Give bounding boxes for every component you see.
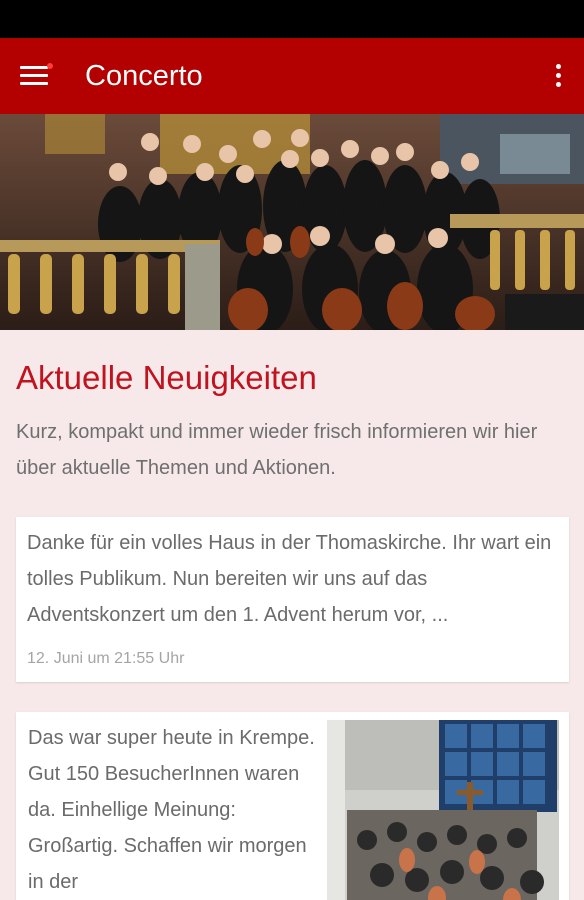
hamburger-menu-icon[interactable]	[20, 63, 53, 88]
news-card-image	[327, 720, 559, 900]
notification-dot	[47, 63, 53, 69]
news-subtitle: Kurz, kompakt und immer wieder frisch in…	[16, 421, 538, 479]
more-vertical-icon[interactable]	[548, 62, 568, 90]
news-card-timestamp: 12. Juni um 21:55 Uhr	[27, 650, 185, 667]
news-card-text: Danke für ein volles Haus in der Thomask…	[27, 532, 552, 626]
church-concert-photo	[327, 720, 559, 900]
news-card[interactable]: Danke für ein volles Haus in der Thomask…	[16, 517, 569, 682]
orchestra-photo	[0, 114, 584, 330]
app-bar: Concerto	[0, 38, 584, 114]
news-card[interactable]: Das war super heute in Krempe. Gut 150 B…	[16, 712, 569, 900]
app-title: Concerto	[85, 60, 203, 92]
hero-image	[0, 114, 584, 330]
status-bar	[0, 0, 584, 38]
news-card-text: Das war super heute in Krempe. Gut 150 B…	[28, 727, 315, 893]
news-title: Aktuelle Neuigkeiten	[16, 359, 317, 396]
